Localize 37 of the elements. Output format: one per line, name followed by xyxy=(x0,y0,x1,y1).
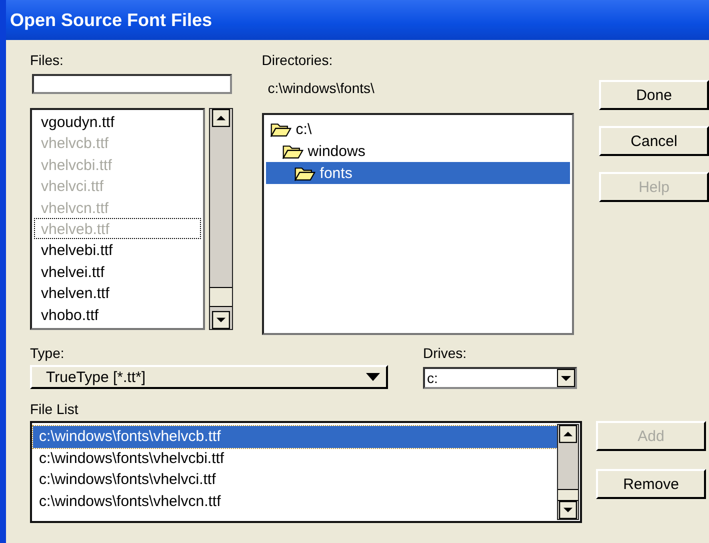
directory-item[interactable]: fonts xyxy=(266,162,570,184)
directory-item[interactable]: windows xyxy=(266,140,570,162)
dropdown-arrow-icon xyxy=(366,373,380,381)
type-dropdown[interactable]: TrueType [*.tt*] xyxy=(30,365,388,389)
folder-icon xyxy=(270,122,292,136)
scroll-up-icon[interactable] xyxy=(558,425,578,443)
scroll-up-icon[interactable] xyxy=(210,109,232,127)
file-list-item[interactable]: c:\windows\fonts\vhelvci.ttf xyxy=(33,469,557,490)
file-item[interactable]: vhelvebi.ttf xyxy=(34,239,201,261)
current-path: c:\windows\fonts\ xyxy=(268,80,376,96)
file-list-item[interactable]: c:\windows\fonts\vhelvcb.ttf xyxy=(33,426,557,448)
directories-label: Directories: xyxy=(262,52,334,68)
dialog-button[interactable]: Cancel xyxy=(599,126,709,156)
scrollbar[interactable] xyxy=(557,424,579,520)
file-item[interactable]: vhelvei.ttf xyxy=(34,260,201,282)
folder-icon xyxy=(294,166,316,180)
file-list-item[interactable]: c:\windows\fonts\vhelvcn.ttf xyxy=(33,490,557,512)
file-item[interactable]: vgoudyn.ttf xyxy=(34,111,201,132)
directory-item[interactable]: c:\ xyxy=(266,118,570,140)
scroll-down-icon[interactable] xyxy=(210,311,232,329)
drives-label: Drives: xyxy=(423,345,468,361)
file-list-item[interactable]: c:\windows\fonts\vhelvcbi.ttf xyxy=(33,448,557,469)
drives-dropdown[interactable]: c: xyxy=(423,367,577,389)
scroll-thumb[interactable] xyxy=(558,489,578,501)
files-input-field[interactable] xyxy=(32,74,232,94)
files-label: Files: xyxy=(30,52,64,68)
file-item[interactable]: vhobo.ttf xyxy=(34,304,201,325)
list-button[interactable]: Remove xyxy=(596,469,706,499)
type-label: Type: xyxy=(30,345,66,361)
scroll-thumb[interactable] xyxy=(210,287,232,307)
folder-icon xyxy=(282,144,304,158)
file-item[interactable]: vhelven.ttf xyxy=(34,282,201,304)
file-list-label: File List xyxy=(30,401,80,417)
window-title: Open Source Font Files xyxy=(10,10,212,30)
dialog-button[interactable]: Done xyxy=(599,80,709,110)
scrollbar[interactable] xyxy=(209,108,233,330)
scroll-down-icon[interactable] xyxy=(558,501,578,519)
